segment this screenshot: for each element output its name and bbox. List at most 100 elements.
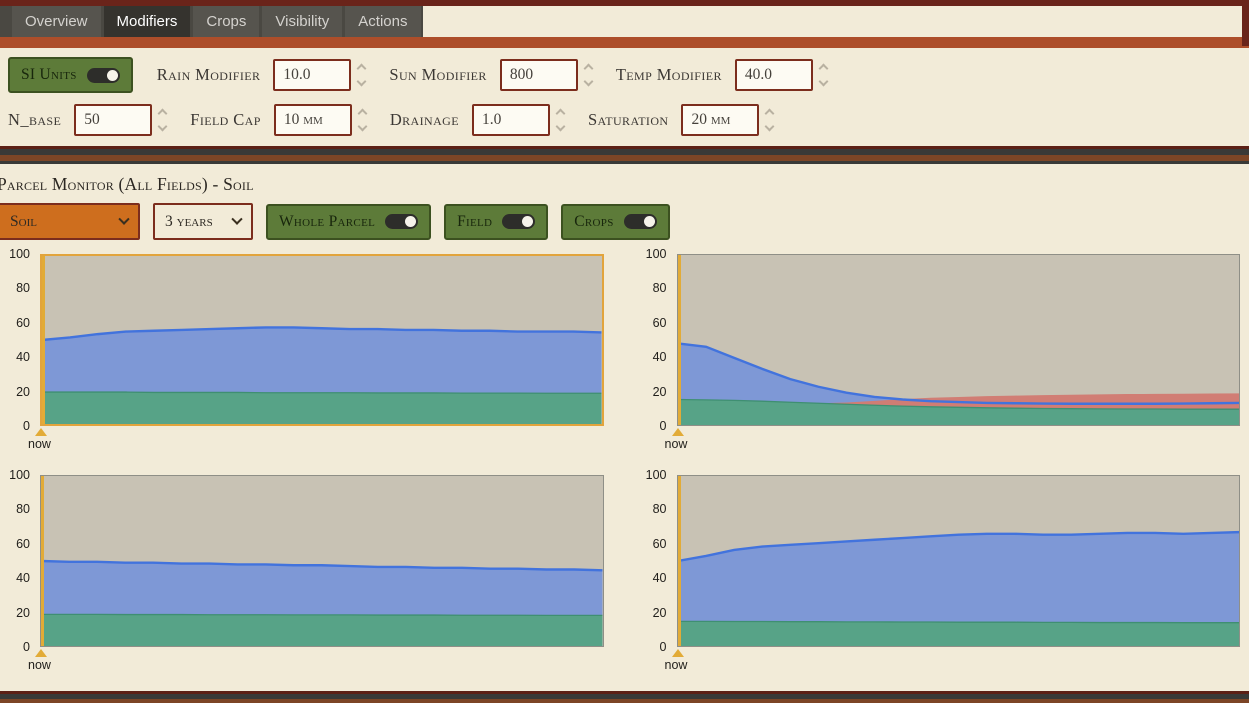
- toggle-switch[interactable]: [86, 67, 120, 83]
- modifiers-row-1: SI Units Rain Modifier Sun Modifier Temp…: [8, 57, 1241, 93]
- temp-modifier-spinner: [818, 63, 829, 87]
- y-axis-ticks: 100 80 60 40 20 0: [0, 247, 40, 433]
- y-tick-label: 0: [659, 640, 667, 654]
- field-cap-field: Field Cap: [190, 104, 368, 136]
- now-label: now: [664, 658, 688, 672]
- spinner-up-icon[interactable]: [157, 108, 168, 119]
- field-cap-input[interactable]: [273, 104, 352, 136]
- spinner-down-icon[interactable]: [157, 121, 168, 132]
- spinner-down-icon[interactable]: [583, 76, 594, 87]
- now-indicator: now: [28, 428, 604, 451]
- now-marker-line: [41, 476, 44, 646]
- monitor-controls: Soil 3 years Whole Parcel Field Crops: [0, 203, 1249, 240]
- spinner-up-icon[interactable]: [555, 108, 566, 119]
- spinner-up-icon[interactable]: [765, 108, 775, 119]
- crops-toggle-label: Crops: [574, 212, 614, 230]
- spinner-down-icon[interactable]: [818, 76, 829, 87]
- drainage-input[interactable]: [471, 104, 550, 136]
- si-units-label: SI Units: [21, 66, 77, 83]
- modifiers-panel: SI Units Rain Modifier Sun Modifier Temp…: [0, 48, 1249, 146]
- chart-plot-top-right[interactable]: [676, 254, 1240, 426]
- chart-svg: [42, 256, 602, 424]
- tab-actions[interactable]: Actions: [345, 6, 421, 37]
- bottom-divider: [0, 691, 1249, 703]
- y-tick-label: 0: [23, 640, 30, 654]
- metric-select[interactable]: Soil: [0, 203, 140, 240]
- rain-modifier-input[interactable]: [273, 59, 352, 91]
- orange-accent-bar: [0, 37, 1249, 48]
- chevron-down-icon: [231, 213, 243, 225]
- y-axis-ticks: 100 80 60 40 20 0: [0, 468, 40, 654]
- temp-modifier-label: Temp Modifier: [615, 65, 722, 84]
- saturation-spinner: [765, 108, 775, 132]
- chart-panel-top-left: 100 80 60 40 20 0 now: [0, 247, 604, 451]
- sun-modifier-input[interactable]: [499, 59, 578, 91]
- rain-modifier-spinner: [356, 63, 367, 87]
- now-triangle-icon: [35, 428, 47, 436]
- now-triangle-icon: [671, 428, 684, 436]
- chart-plot-bottom-right[interactable]: [676, 475, 1240, 647]
- parcel-monitor-section: Parcel Monitor (All Fields) - Soil Soil …: [0, 164, 1249, 672]
- y-tick-label: 100: [645, 468, 667, 482]
- spinner-up-icon[interactable]: [818, 63, 829, 74]
- rain-modifier-field: Rain Modifier: [157, 59, 367, 91]
- range-select-value: 3 years: [165, 212, 213, 230]
- chevron-down-icon: [118, 213, 130, 225]
- whole-parcel-label: Whole Parcel: [279, 212, 376, 230]
- range-select[interactable]: 3 years: [153, 203, 253, 240]
- chart-svg: [41, 476, 603, 646]
- chart-panel-bottom-left: 100 80 60 40 20 0 now: [0, 468, 604, 672]
- field-toggle[interactable]: Field: [444, 203, 549, 240]
- saturation-input[interactable]: [681, 104, 760, 136]
- monitor-title: Parcel Monitor (All Fields) - Soil: [0, 174, 254, 194]
- n-base-field: N_base: [8, 104, 168, 136]
- right-edge-accent: [1242, 0, 1249, 46]
- whole-parcel-toggle[interactable]: Whole Parcel: [266, 203, 432, 240]
- y-tick-label: 60: [16, 315, 30, 330]
- now-label: now: [28, 658, 51, 672]
- y-tick-label: 80: [16, 281, 30, 296]
- tab-visibility[interactable]: Visibility: [262, 6, 343, 37]
- y-tick-label: 20: [16, 384, 30, 399]
- spinner-down-icon[interactable]: [765, 121, 775, 132]
- now-triangle-icon: [35, 649, 47, 657]
- y-tick-label: 100: [645, 247, 667, 261]
- y-tick-label: 100: [9, 247, 30, 261]
- spinner-up-icon[interactable]: [357, 108, 368, 119]
- toggle-switch[interactable]: [502, 214, 536, 229]
- y-tick-label: 60: [16, 536, 30, 551]
- toggle-switch[interactable]: [623, 214, 657, 229]
- y-axis-ticks: 100 80 60 40 20 0: [637, 247, 677, 433]
- tab-overview[interactable]: Overview: [12, 6, 101, 37]
- spinner-down-icon[interactable]: [357, 121, 368, 132]
- spinner-up-icon[interactable]: [583, 63, 594, 74]
- n-base-input[interactable]: [74, 104, 153, 136]
- si-units-toggle[interactable]: SI Units: [8, 57, 133, 93]
- section-divider: [0, 146, 1249, 164]
- y-tick-label: 60: [652, 315, 667, 330]
- crops-toggle[interactable]: Crops: [561, 203, 670, 240]
- charts-grid: 100 80 60 40 20 0 now 100 80 60 40 20 0 now: [0, 247, 1249, 672]
- metric-select-value: Soil: [10, 212, 37, 230]
- y-axis-ticks: 100 80 60 40 20 0: [637, 468, 677, 654]
- chart-plot-top-left[interactable]: [40, 254, 604, 426]
- y-tick-label: 20: [652, 384, 667, 399]
- spinner-down-icon[interactable]: [555, 121, 566, 132]
- sun-modifier-label: Sun Modifier: [389, 65, 487, 84]
- field-cap-label: Field Cap: [190, 110, 261, 129]
- now-marker-line: [677, 476, 681, 646]
- y-tick-label: 0: [659, 419, 667, 433]
- spinner-down-icon[interactable]: [356, 76, 367, 87]
- now-label: now: [28, 437, 51, 451]
- tab-modifiers[interactable]: Modifiers: [103, 6, 191, 37]
- chart-svg: [677, 476, 1239, 646]
- tab-crops[interactable]: Crops: [193, 6, 260, 37]
- temp-modifier-input[interactable]: [734, 59, 813, 91]
- now-indicator: now: [28, 649, 604, 672]
- now-indicator: now: [665, 428, 1241, 451]
- saturation-field: Saturation: [588, 104, 775, 136]
- toggle-switch[interactable]: [385, 214, 419, 229]
- y-tick-label: 20: [16, 605, 30, 620]
- spinner-up-icon[interactable]: [356, 63, 367, 74]
- chart-plot-bottom-left[interactable]: [40, 475, 604, 647]
